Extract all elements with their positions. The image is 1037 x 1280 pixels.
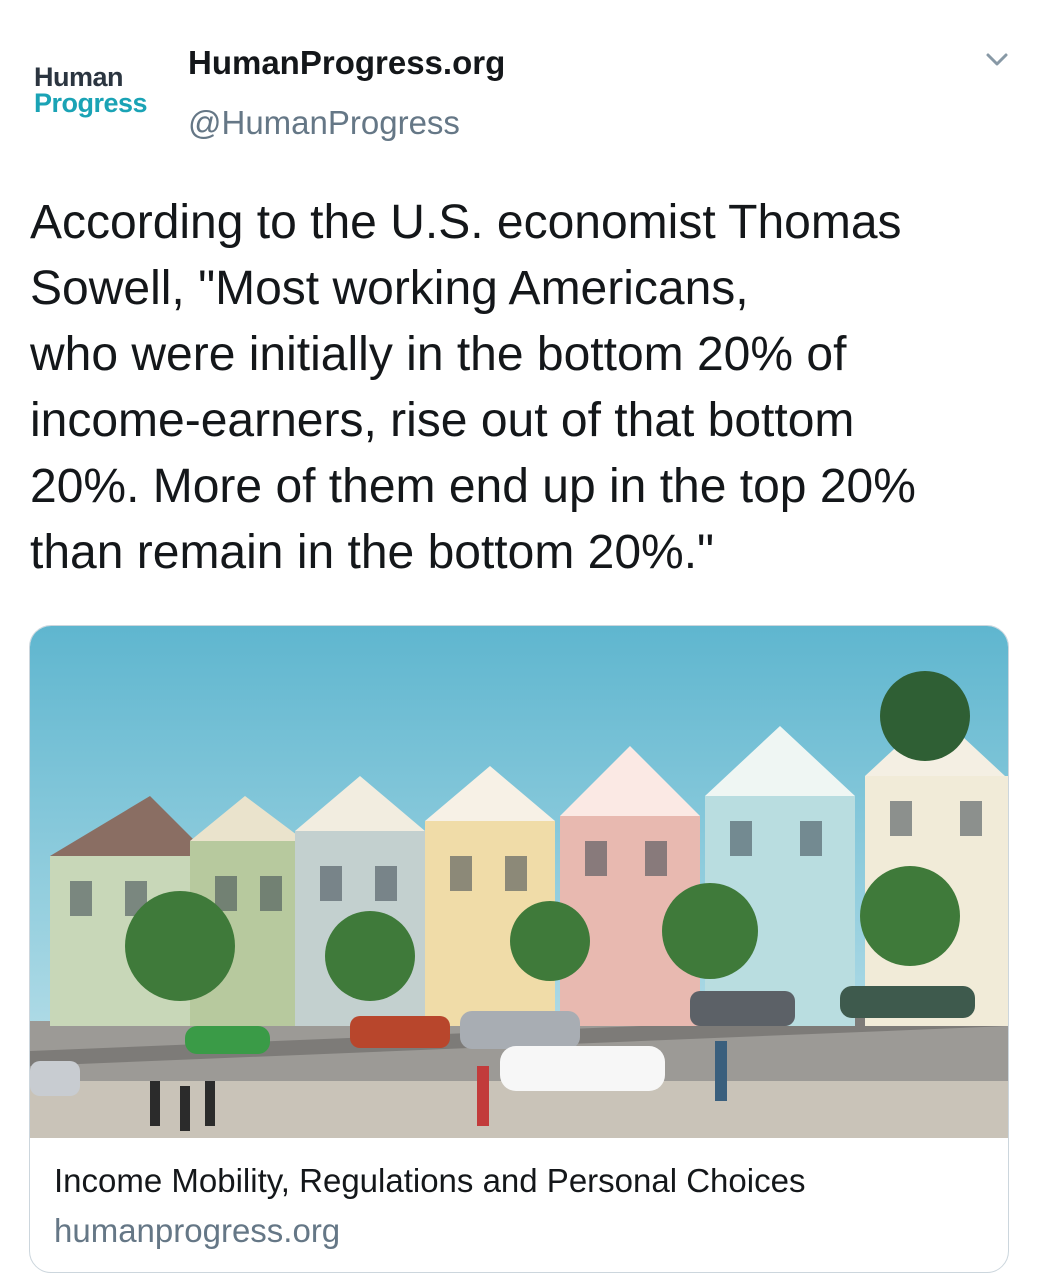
card-domain[interactable]: humanprogress.org <box>54 1212 340 1250</box>
avatar[interactable]: Human Progress <box>30 60 160 126</box>
card-image <box>30 626 1008 1138</box>
display-name[interactable]: HumanProgress.org <box>188 44 505 82</box>
tweet-text: According to the U.S. economist Thomas S… <box>30 196 916 579</box>
logo-text-progress: Progress <box>34 88 148 118</box>
chevron-down-icon[interactable] <box>980 48 1014 74</box>
tweet: Human Progress HumanProgress.org @HumanP… <box>0 0 1037 1280</box>
account-handle[interactable]: @HumanProgress <box>188 104 460 142</box>
card-title[interactable]: Income Mobility, Regulations and Persona… <box>54 1162 805 1200</box>
link-card[interactable]: Income Mobility, Regulations and Persona… <box>29 625 1009 1273</box>
